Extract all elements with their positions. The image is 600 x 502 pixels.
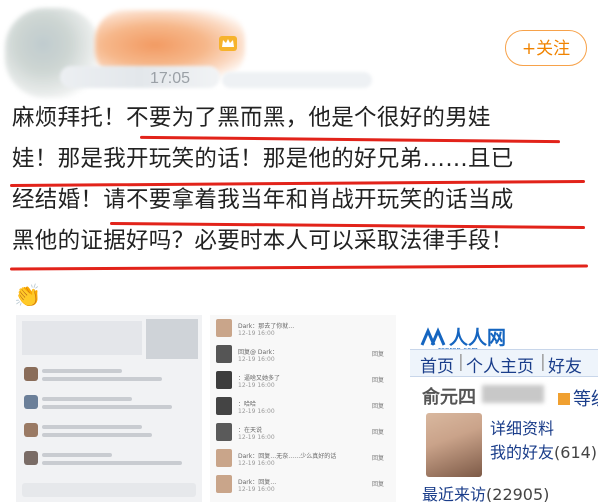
- link-label: 详细资料: [490, 419, 555, 438]
- attached-image-1[interactable]: [16, 315, 202, 502]
- attached-image-2[interactable]: Dark：那去了你就… 12-19 16:00 回复@ Dark： 12-19 …: [210, 315, 396, 502]
- comment-time: 12-19 16:00: [238, 486, 275, 493]
- follow-button[interactable]: +关注: [505, 30, 587, 66]
- reply-button[interactable]: 回复: [372, 349, 384, 358]
- comment-time: 12-19 16:00: [238, 382, 275, 389]
- nav-friends[interactable]: 好友: [548, 352, 582, 377]
- comment-time: 12-19 16:00: [238, 330, 275, 337]
- attached-images: Dark：那去了你就… 12-19 16:00 回复@ Dark： 12-19 …: [8, 315, 598, 502]
- friends-count: (614): [554, 443, 598, 462]
- comment-time: 12-19 16:00: [238, 408, 275, 415]
- reply-button[interactable]: 回复: [372, 479, 384, 488]
- renren-logo-icon: [420, 327, 446, 346]
- link-label: 我的好友: [490, 443, 555, 462]
- post-text: 麻烦拜托！: [12, 105, 127, 131]
- avatar: [216, 475, 232, 493]
- avatar: [216, 319, 232, 337]
- comment-text: Dark：回复…: [238, 479, 277, 486]
- comment-time: 12-19 16:00: [238, 434, 275, 441]
- post-time: 17:05: [150, 70, 191, 87]
- comment-text: Dark：回复…无奈……少么真好的话: [238, 453, 337, 460]
- list-item: Dark：回复… 12-19 16:00 回复: [216, 475, 390, 497]
- comment-time: 12-19 16:00: [238, 460, 275, 467]
- post-text: 不要为了黑而黑，他是个很好的男娃: [126, 105, 491, 131]
- list-item: Dark：那去了你就… 12-19 16:00: [216, 319, 390, 341]
- profile-name: 俞元四: [422, 387, 476, 408]
- reply-button[interactable]: 回复: [372, 375, 384, 384]
- post-header: 17:05 +关注: [0, 0, 600, 100]
- nav-profile[interactable]: 个人主页: [466, 352, 534, 377]
- post-text: 经结婚！: [12, 187, 104, 213]
- post-text: 请不要拿着我当年和肖战开玩笑的话当成: [103, 187, 514, 213]
- avatar: [216, 449, 232, 467]
- comment-text: Dark：那去了你就…: [238, 323, 295, 330]
- avatar: [216, 345, 232, 363]
- level-text: 等级: [573, 389, 598, 410]
- level-icon: [558, 393, 570, 405]
- reply-button[interactable]: 回复: [372, 453, 384, 462]
- nav-home[interactable]: 首页: [420, 352, 454, 377]
- post-line-4: 黑他的证据好吗？必要时本人可以采取法律手段！: [12, 229, 592, 270]
- comment-text: ：在天说: [238, 427, 263, 434]
- profile-photo[interactable]: [426, 413, 482, 477]
- clap-emoji-icon: 👏: [14, 284, 42, 309]
- post-body: 麻烦拜托！不要为了黑而黑，他是个很好的男娃 娃！那是我开玩笑的话！那是他的好兄弟…: [12, 106, 592, 270]
- reply-button[interactable]: 回复: [372, 401, 384, 410]
- list-item: Dark：回复…无奈……少么真好的话 12-19 16:00 回复: [216, 449, 390, 471]
- list-item: ：哈哈 12-19 16:00 回复: [216, 397, 390, 419]
- vip-crown-icon: [219, 36, 237, 51]
- link-recent-visitors[interactable]: 最近来访(22905): [422, 481, 549, 502]
- link-details[interactable]: 详细资料: [490, 415, 554, 439]
- avatar: [216, 371, 232, 389]
- list-item: 回复@ Dark： 12-19 16:00 回复: [216, 345, 390, 367]
- comment-text: ：哈哈: [238, 401, 257, 408]
- visitors-count: (22905): [486, 485, 550, 502]
- attached-image-3[interactable]: 人人网 renren.com 首页 | 个人主页 | 好友 俞元四 等级 详细资…: [404, 315, 598, 502]
- post-source-blurred: [222, 72, 372, 88]
- avatar: [216, 397, 232, 415]
- link-label: 最近来访: [422, 485, 487, 502]
- post-meta-blurred: [60, 66, 220, 88]
- reply-button[interactable]: 回复: [372, 427, 384, 436]
- link-friends[interactable]: 我的好友(614): [490, 439, 597, 463]
- list-item: ：在天说 12-19 16:00 回复: [216, 423, 390, 445]
- level-label: 等级: [557, 385, 598, 411]
- post-text: 黑他的证据好吗？必要时本人可以采取法律手段！: [12, 228, 514, 254]
- comment-text: ：逼啥又她多了: [238, 375, 281, 382]
- post-text: 娃！那是我开玩笑的话！那是他的好兄弟……且已: [12, 146, 514, 172]
- profile-name-blurred: [482, 385, 544, 403]
- comment-time: 12-19 16:00: [238, 356, 275, 363]
- list-item: ：逼啥又她多了 12-19 16:00 回复: [216, 371, 390, 393]
- avatar: [216, 423, 232, 441]
- comment-text: 回复@ Dark：: [238, 349, 279, 356]
